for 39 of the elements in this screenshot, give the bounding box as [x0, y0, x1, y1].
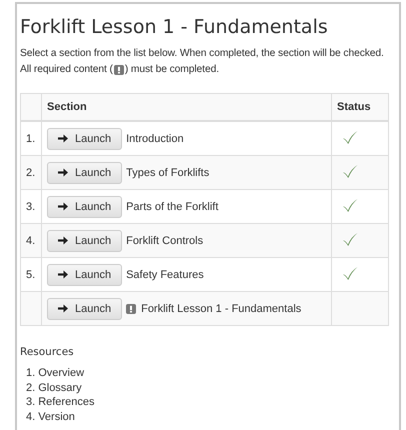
required-icon — [114, 65, 124, 75]
column-header: Section — [47, 101, 87, 113]
resource-link[interactable]: Version — [38, 410, 75, 424]
arrow-icon — [58, 202, 68, 211]
column-header: Status — [337, 101, 371, 113]
row-number: 5. — [26, 268, 36, 280]
resource-link[interactable]: Overview — [38, 366, 84, 380]
arrow-icon — [58, 168, 68, 177]
row-number: 3. — [26, 200, 36, 212]
section-title: Introduction — [126, 132, 184, 144]
arrow-icon — [58, 236, 68, 245]
page-title: Forklift Lesson 1 - Fundamentals — [20, 16, 329, 38]
arrow-icon — [58, 304, 68, 313]
launch-button[interactable]: Launch — [47, 162, 122, 184]
row-number: 4. — [26, 234, 36, 246]
row-number: 1. — [26, 132, 36, 144]
list-number: 1. — [26, 366, 36, 380]
instruction-text: Select a section from the list below. When completed, the section will be checked. — [20, 47, 385, 61]
instruction-text: ) must be completed. — [124, 63, 219, 77]
launch-button[interactable]: Launch — [47, 128, 122, 150]
list-number: 3. — [26, 395, 36, 410]
list-number: 4. — [26, 410, 36, 424]
resource-link[interactable]: Glossary — [38, 380, 82, 395]
row-number: 2. — [26, 166, 36, 178]
section-title: Forklift Controls — [126, 234, 204, 246]
resource-link[interactable]: References — [38, 395, 94, 410]
resources-heading: Resources — [20, 346, 75, 358]
section-title: Safety Features — [126, 268, 204, 280]
arrow-icon — [58, 270, 68, 279]
section-title: Forklift Lesson 1 - Fundamentals — [141, 302, 302, 314]
arrow-icon — [58, 134, 68, 143]
launch-button[interactable]: Launch — [47, 196, 122, 218]
instruction-text: All required content ( — [20, 63, 113, 77]
launch-button[interactable]: Launch — [47, 264, 122, 286]
list-number: 2. — [26, 380, 36, 395]
launch-button[interactable]: Launch — [47, 230, 122, 252]
launch-button[interactable]: Launch — [47, 298, 122, 320]
section-title: Types of Forklifts — [126, 166, 210, 178]
section-title: Parts of the Forklift — [126, 200, 218, 212]
